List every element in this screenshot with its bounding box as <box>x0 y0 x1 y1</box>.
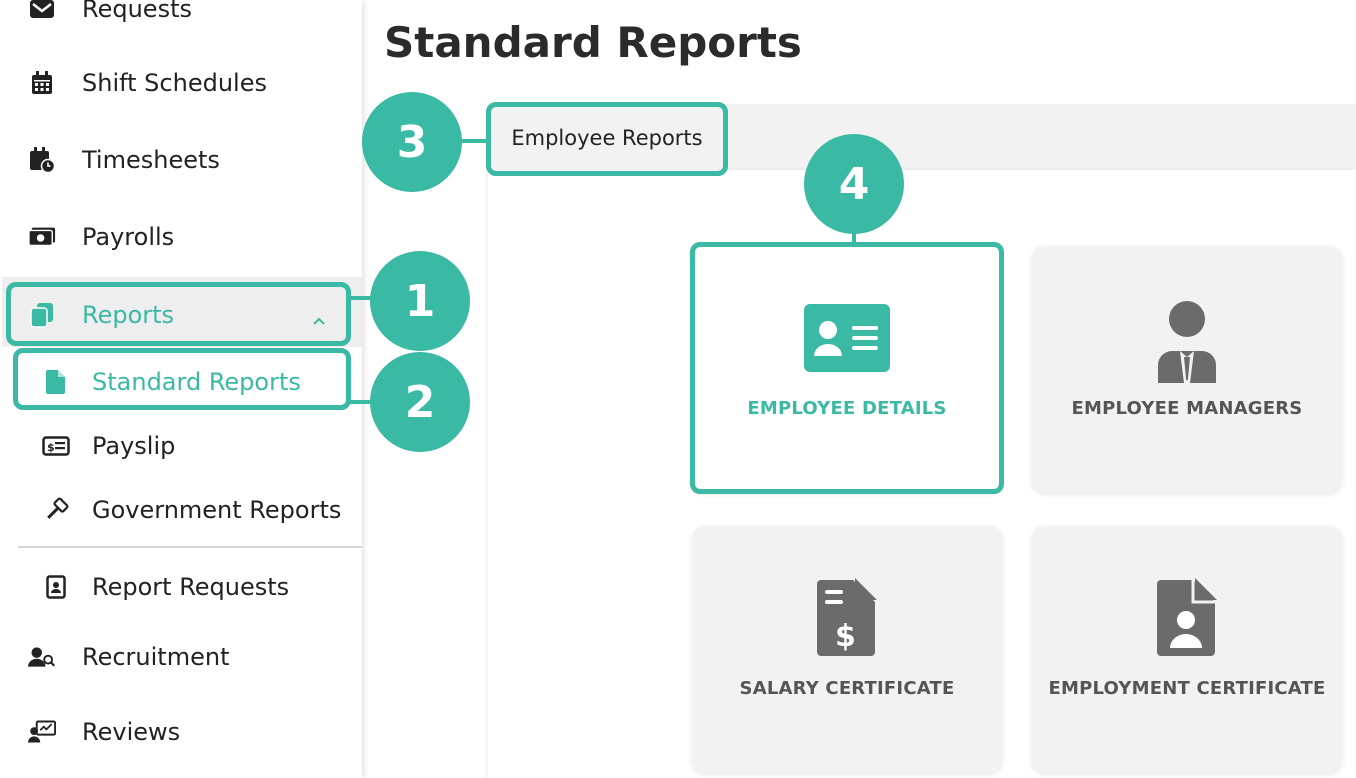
card-salary-certificate[interactable]: $ SALARY CERTIFICATE <box>692 526 1002 772</box>
sidebar-item-label: Payrolls <box>82 223 175 251</box>
sidebar-item-reviews[interactable]: Reviews <box>0 707 362 757</box>
sidebar-item-timesheets[interactable]: Timesheets <box>0 135 362 185</box>
card-label: SALARY CERTIFICATE <box>739 678 955 699</box>
callout-connector-2 <box>350 400 372 404</box>
sidebar-divider <box>18 546 362 548</box>
card-employment-certificate[interactable]: EMPLOYMENT CERTIFICATE <box>1032 526 1342 772</box>
callout-badge-4: 4 <box>804 134 904 234</box>
card-label: EMPLOYMENT CERTIFICATE <box>1048 678 1326 699</box>
money-check-icon: $ <box>42 432 70 460</box>
sidebar-item-report-requests[interactable]: Report Requests <box>0 562 362 612</box>
card-employee-managers[interactable]: EMPLOYEE MANAGERS <box>1032 246 1342 492</box>
sidebar-item-government-reports[interactable]: Government Reports <box>0 485 362 535</box>
sidebar-item-label: Shift Schedules <box>82 69 267 97</box>
calendar-icon <box>28 69 56 97</box>
callout-badge-1: 1 <box>370 251 470 351</box>
card-label: EMPLOYEE MANAGERS <box>1071 398 1303 419</box>
envelope-check-icon <box>28 0 56 23</box>
callout-highlight-standard-reports <box>13 348 351 410</box>
svg-text:$: $ <box>835 619 856 654</box>
callout-badge-2: 2 <box>370 352 470 452</box>
gavel-icon <box>42 496 70 524</box>
sidebar-item-label: Requests <box>82 0 192 23</box>
sidebar-item-label: Recruitment <box>82 643 230 671</box>
callout-badge-3: 3 <box>362 92 462 192</box>
sidebar-item-label: Timesheets <box>82 146 220 174</box>
sidebar-item-payrolls[interactable]: Payrolls <box>0 212 362 262</box>
svg-text:$: $ <box>47 441 55 454</box>
file-user-icon <box>42 573 70 601</box>
user-tie-icon <box>1142 298 1232 383</box>
sidebar-item-label: Report Requests <box>92 573 290 601</box>
file-user-icon <box>1142 578 1232 658</box>
sidebar-item-label: Payslip <box>92 432 176 460</box>
callout-highlight-card <box>690 242 1004 494</box>
sidebar-item-recruitment[interactable]: Recruitment <box>0 632 362 682</box>
sidebar-item-label: Reviews <box>82 718 181 746</box>
page: Requests Shift Schedules Timesheets Payr… <box>0 0 1356 778</box>
sidebar-item-requests[interactable]: Requests <box>0 0 362 34</box>
callout-highlight-reports <box>6 282 351 346</box>
user-chart-icon <box>28 718 56 746</box>
user-search-icon <box>28 643 56 671</box>
callout-connector-1 <box>350 296 372 300</box>
file-invoice-dollar-icon: $ <box>802 578 892 658</box>
callout-highlight-tab <box>486 102 728 176</box>
sidebar-item-payslip[interactable]: $ Payslip <box>0 421 362 471</box>
money-bill-icon <box>28 223 56 251</box>
sidebar-item-shift-schedules[interactable]: Shift Schedules <box>0 58 362 108</box>
page-title: Standard Reports <box>384 18 802 67</box>
calendar-clock-icon <box>28 146 56 174</box>
sidebar-item-label: Government Reports <box>92 496 342 524</box>
